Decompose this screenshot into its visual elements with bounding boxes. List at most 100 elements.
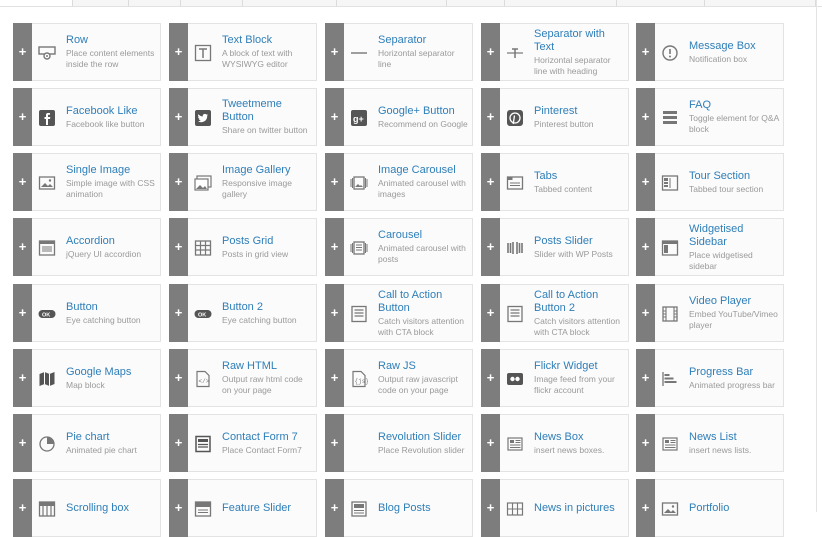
element-tile[interactable]: + Portfolio	[636, 479, 784, 537]
add-element-button[interactable]: +	[481, 349, 500, 407]
element-tile[interactable]: + Single Image Simple image with CSS anima…	[13, 153, 161, 211]
element-tile[interactable]: + Tweetmeme Button Share on twitter button	[169, 88, 317, 146]
element-tile[interactable]: + Progress Bar Animated progress bar	[636, 349, 784, 407]
element-tile[interactable]: + Flickr Widget Image feed from your flick…	[481, 349, 629, 407]
element-text: Text Block A block of text with WYSIWYG e…	[222, 24, 312, 80]
element-tile[interactable]: + Separator Horizontal separator line	[325, 23, 473, 81]
add-element-button[interactable]: +	[636, 88, 655, 146]
add-element-button[interactable]: +	[169, 88, 188, 146]
element-tile[interactable]: + Image Gallery Responsive image gallery	[169, 153, 317, 211]
add-element-button[interactable]: +	[636, 23, 655, 81]
posts-slider-icon	[506, 239, 524, 257]
element-title: Image Carousel	[378, 164, 456, 176]
add-element-button[interactable]: +	[13, 218, 32, 276]
element-tile[interactable]: + News Box insert news boxes.	[481, 414, 629, 472]
element-tile[interactable]: + OK Button 2 Eye catching button	[169, 284, 317, 342]
element-tile[interactable]: + Accordion jQuery UI accordion	[13, 218, 161, 276]
element-title: Call to Action Button	[378, 288, 443, 314]
element-tile[interactable]: + Message Box Notification box	[636, 23, 784, 81]
element-tile[interactable]: + Row Place content elements inside the ro…	[13, 23, 161, 81]
add-element-button[interactable]: +	[169, 414, 188, 472]
element-tile[interactable]: + Feature Slider	[169, 479, 317, 537]
element-tile[interactable]: + Call to Action Button 2 Catch visitors a…	[481, 284, 629, 342]
add-element-button[interactable]: +	[481, 218, 500, 276]
add-element-button[interactable]: +	[481, 153, 500, 211]
element-title: Button 2	[222, 300, 263, 313]
add-element-button[interactable]: +	[481, 23, 500, 81]
element-tile[interactable]: + Google Maps Map block	[13, 349, 161, 407]
svg-text:OK: OK	[42, 312, 50, 318]
element-tile[interactable]: + {js} Raw JS Output raw javascript code on…	[325, 349, 473, 407]
contact-form-icon	[194, 435, 212, 453]
add-element-button[interactable]: +	[169, 479, 188, 537]
add-element-button[interactable]: +	[636, 284, 655, 342]
add-element-button[interactable]: +	[13, 153, 32, 211]
element-tile[interactable]: + Carousel Animated carousel with posts	[325, 218, 473, 276]
raw-js-icon: {js}	[350, 370, 368, 388]
element-description: Responsive image gallery	[222, 178, 292, 199]
add-element-button[interactable]: +	[169, 349, 188, 407]
add-element-button[interactable]: +	[636, 153, 655, 211]
element-text: Posts Slider Slider with WP Posts	[534, 219, 624, 275]
add-element-button[interactable]: +	[13, 349, 32, 407]
element-title: Widgetised Sidebar	[689, 222, 744, 248]
element-tile[interactable]: + Contact Form 7 Place Contact Form7	[169, 414, 317, 472]
element-tile[interactable]: + Text Block A block of text with WYSIWYG …	[169, 23, 317, 81]
add-element-button[interactable]: +	[325, 153, 344, 211]
add-element-button[interactable]: +	[325, 284, 344, 342]
element-tile[interactable]: + Blog Posts	[325, 479, 473, 537]
element-text: Video Player Embed YouTube/Vimeo player	[689, 285, 779, 341]
element-tile[interactable]: + FAQ Toggle element for Q&A block	[636, 88, 784, 146]
element-tile[interactable]: + OK Button Eye catching button	[13, 284, 161, 342]
element-tile[interactable]: + </> Raw HTML Output raw html code on your…	[169, 349, 317, 407]
element-tile[interactable]: + Pie chart Animated pie chart	[13, 414, 161, 472]
add-element-button[interactable]: +	[481, 88, 500, 146]
add-element-button[interactable]: +	[13, 23, 32, 81]
add-element-button[interactable]: +	[169, 153, 188, 211]
add-element-button[interactable]: +	[13, 479, 32, 537]
element-text: FAQ Toggle element for Q&A block	[689, 89, 779, 145]
add-element-button[interactable]: +	[636, 349, 655, 407]
element-tile[interactable]: + Scrolling box	[13, 479, 161, 537]
element-text: Pie chart Animated pie chart	[66, 415, 156, 471]
add-element-button[interactable]: +	[481, 284, 500, 342]
element-tile[interactable]: + Call to Action Button Catch visitors att…	[325, 284, 473, 342]
add-element-button[interactable]: +	[481, 414, 500, 472]
element-tile[interactable]: + Revolution Slider Place Revolution slide…	[325, 414, 473, 472]
element-tile[interactable]: + Widgetised Sidebar Place widgetised side…	[636, 218, 784, 276]
element-title: Portfolio	[689, 501, 730, 514]
add-element-button[interactable]: +	[169, 218, 188, 276]
element-title: News in pictures	[534, 501, 615, 514]
add-element-button[interactable]: +	[325, 414, 344, 472]
element-tile[interactable]: + Posts Grid Posts in grid view	[169, 218, 317, 276]
add-element-button[interactable]: +	[325, 218, 344, 276]
element-tile[interactable]: + Posts Slider Slider with WP Posts	[481, 218, 629, 276]
add-element-button[interactable]: +	[13, 284, 32, 342]
element-tile[interactable]: + Separator with Text Horizontal separator…	[481, 23, 629, 81]
add-element-button[interactable]: +	[169, 284, 188, 342]
element-tile[interactable]: + Image Carousel Animated carousel with im…	[325, 153, 473, 211]
add-element-button[interactable]: +	[325, 88, 344, 146]
add-element-button[interactable]: +	[636, 414, 655, 472]
add-element-button[interactable]: +	[13, 414, 32, 472]
element-description: jQuery UI accordion	[66, 248, 142, 259]
add-element-button[interactable]: +	[636, 218, 655, 276]
element-tile[interactable]: + Facebook Like Facebook like button	[13, 88, 161, 146]
add-element-button[interactable]: +	[325, 479, 344, 537]
blog-posts-icon	[350, 500, 368, 518]
add-element-button[interactable]: +	[13, 88, 32, 146]
add-element-button[interactable]: +	[481, 479, 500, 537]
element-tile[interactable]: + g+ Google+ Button Recommend on Google	[325, 88, 473, 146]
element-tile[interactable]: + Tour Section Tabbed tour section	[636, 153, 784, 211]
add-element-button[interactable]: +	[636, 479, 655, 537]
element-tile[interactable]: + Pinterest Pinterest button	[481, 88, 629, 146]
element-tile[interactable]: + Video Player Embed YouTube/Vimeo player	[636, 284, 784, 342]
element-title: Raw JS	[378, 360, 416, 372]
tab-divider	[0, 6, 822, 7]
element-tile[interactable]: + Tabs Tabbed content	[481, 153, 629, 211]
element-tile[interactable]: + News List insert news lists.	[636, 414, 784, 472]
add-element-button[interactable]: +	[325, 349, 344, 407]
element-tile[interactable]: + News in pictures	[481, 479, 629, 537]
add-element-button[interactable]: +	[169, 23, 188, 81]
add-element-button[interactable]: +	[325, 23, 344, 81]
